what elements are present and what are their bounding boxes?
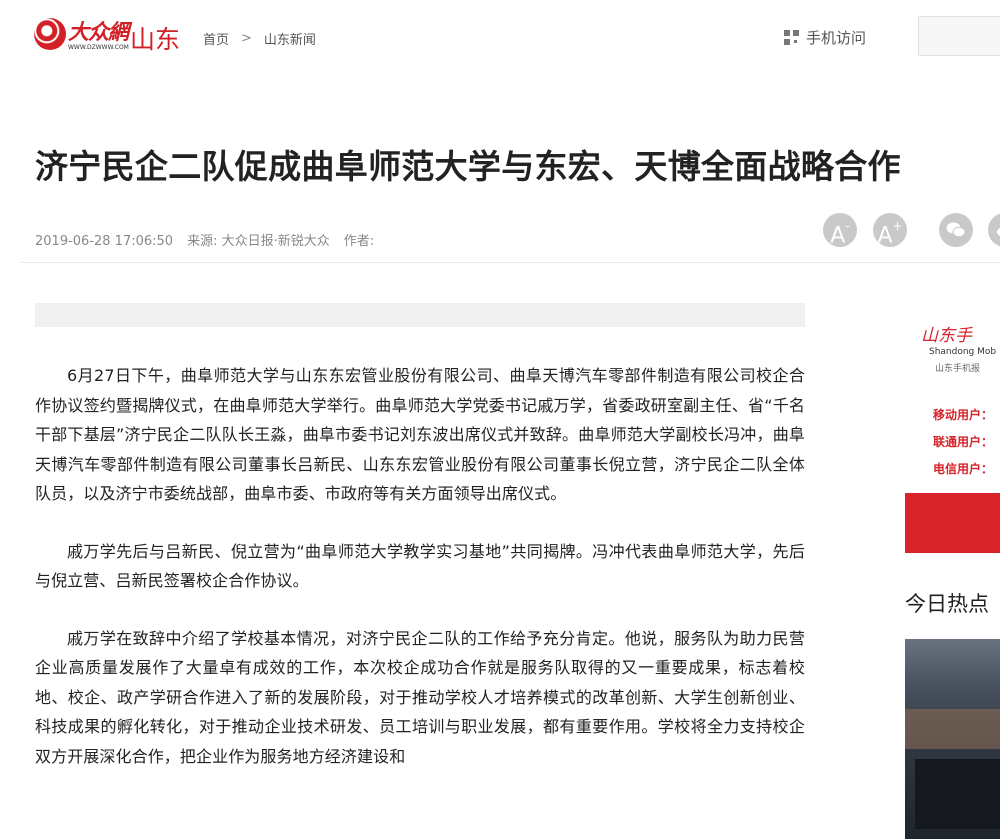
font-larger-button[interactable]: A+ xyxy=(873,213,907,249)
article-title: 济宁民企二队促成曲阜师范大学与东宏、天博全面战略合作 xyxy=(35,147,901,186)
hot-news-image[interactable] xyxy=(905,639,1000,839)
promo-header: 山东手 Shandong Mob 山东手机报 xyxy=(905,303,1000,374)
promo-item-telecom: 电信用户： xyxy=(933,462,994,476)
image-dark-area xyxy=(915,759,1000,829)
hot-today-heading: 今日热点 xyxy=(905,592,989,616)
font-larger-label: A xyxy=(877,223,893,249)
logo-swirl-icon xyxy=(34,18,66,50)
header-divider xyxy=(20,262,1000,263)
top-bar: 大众網 WWW.DZWWW.COM 山东 首页 > 山东新闻 手机访问 xyxy=(0,0,1000,80)
logo-text: 大众網 xyxy=(68,19,129,44)
promo-footer xyxy=(905,493,1000,553)
wechat-share-button[interactable] xyxy=(939,213,973,247)
article-paragraph-1: 6月27日下午，曲阜师范大学与山东东宏管业股份有限公司、曲阜天博汽车零部件制造有… xyxy=(35,366,805,503)
mobile-news-promo[interactable]: 山东手 Shandong Mob 山东手机报 移动用户： 联通用户： 电信用户： xyxy=(905,303,1000,553)
promo-english: Shandong Mob xyxy=(929,347,997,357)
article-author: 作者: xyxy=(343,234,375,249)
logo-url: WWW.DZWWW.COM xyxy=(68,44,129,51)
publish-date: 2019-06-28 17:06:50 xyxy=(35,234,174,249)
breadcrumb-separator: > xyxy=(241,31,252,46)
promo-item-mobile: 移动用户： xyxy=(933,408,994,422)
font-smaller-button[interactable]: A- xyxy=(823,213,857,249)
plus-sign: + xyxy=(892,219,903,233)
promo-item-unicom: 联通用户： xyxy=(933,435,994,449)
breadcrumb: 首页 > 山东新闻 xyxy=(203,29,316,48)
site-logo[interactable]: 大众網 WWW.DZWWW.COM 山东 xyxy=(34,14,184,60)
breadcrumb-home-link[interactable]: 首页 xyxy=(203,33,229,48)
logo-region: 山东 xyxy=(130,25,181,54)
article-paragraph-3: 戚万学在致辞中介绍了学校基本情况，对济宁民企二队的工作给予充分肯定。他说，服务队… xyxy=(35,628,805,766)
mobile-access-link[interactable]: 手机访问 xyxy=(784,27,866,48)
font-smaller-label: A xyxy=(830,223,846,249)
qr-code-icon xyxy=(784,30,799,45)
image-crowd-area xyxy=(905,709,1000,749)
article-paragraph-2: 戚万学先后与吕新民、倪立营为“曲阜师范大学教学实习基地”共同揭牌。冯冲代表曲阜师… xyxy=(35,541,805,591)
wechat-icon xyxy=(946,222,966,238)
article-meta: 2019-06-28 17:06:50 来源: 大众日报·新锐大众 作者: xyxy=(35,230,388,249)
weibo-icon xyxy=(997,227,1000,237)
mobile-access-label: 手机访问 xyxy=(806,29,867,47)
search-input[interactable] xyxy=(918,16,1000,56)
article-source: 来源: 大众日报·新锐大众 xyxy=(187,234,330,249)
weibo-share-button[interactable] xyxy=(988,213,1000,247)
promo-title: 山东手 xyxy=(921,326,972,346)
minus-sign: - xyxy=(845,219,850,233)
ad-placeholder xyxy=(35,303,805,327)
article-body: 6月27日下午，曲阜师范大学与山东东宏管业股份有限公司、曲阜天博汽车零部件制造有… xyxy=(35,361,805,799)
breadcrumb-section-link[interactable]: 山东新闻 xyxy=(264,33,316,48)
